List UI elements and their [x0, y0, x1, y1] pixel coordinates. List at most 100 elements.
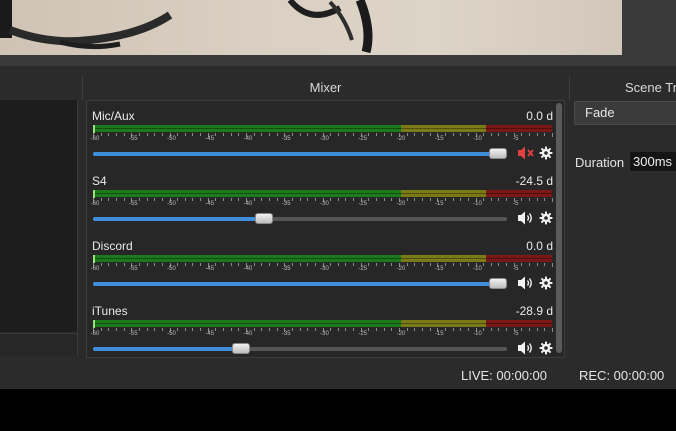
scale-label: -20: [396, 266, 406, 272]
mixer-scrollbar[interactable]: [556, 103, 562, 353]
scale-tick: [444, 198, 446, 201]
gear-icon[interactable]: [539, 275, 553, 291]
audio-mixer-panel: Mic/Aux 0.0 d -60 -55 -50 -45 -40 -35 -30 -25 -2…: [86, 100, 565, 358]
scale-label: -55: [128, 331, 138, 337]
volume-slider-handle[interactable]: [231, 343, 250, 354]
scale-tick: [261, 263, 263, 266]
scale-tick: [353, 198, 355, 201]
scale-label: -45: [205, 266, 215, 272]
duration-input[interactable]: 300ms: [630, 152, 676, 171]
scale-tick: [330, 198, 332, 201]
scale-label: -50: [167, 136, 176, 142]
headphones-image: [0, 0, 373, 54]
scale-tick: [337, 198, 339, 201]
scale-tick: [177, 328, 179, 331]
scale-tick: [521, 328, 523, 331]
scale-tick: [123, 328, 125, 331]
scale-tick: [498, 198, 500, 201]
scale-tick: [215, 328, 217, 331]
scale-label: -15: [434, 331, 444, 337]
scale-tick: [376, 198, 378, 201]
scale-tick: [307, 133, 309, 136]
scale-tick: [544, 198, 546, 201]
scale-tick: [414, 328, 416, 331]
scale-tick: [345, 198, 347, 201]
volume-slider-handle[interactable]: [489, 148, 507, 159]
gear-icon[interactable]: [539, 340, 553, 356]
scale-tick: [161, 263, 163, 266]
scale-tick: [100, 133, 102, 136]
speaker-icon[interactable]: [517, 275, 535, 291]
volume-slider[interactable]: [93, 278, 507, 289]
scale-label: -10: [473, 266, 482, 272]
scale-tick: [268, 133, 270, 136]
scale-tick: [444, 263, 446, 266]
scale-label: -60: [90, 266, 100, 272]
transition-select[interactable]: Fade: [574, 101, 676, 125]
scale-tick: [536, 198, 538, 201]
scale-tick: [253, 198, 255, 201]
speaker-icon[interactable]: [517, 210, 535, 226]
volume-slider[interactable]: [93, 213, 507, 224]
volume-slider-handle[interactable]: [255, 213, 274, 224]
scale-tick: [123, 198, 125, 201]
scale-tick: [376, 133, 378, 136]
scale-tick: [146, 133, 148, 136]
scale-tick: [253, 133, 255, 136]
scale-tick: [200, 263, 202, 266]
scale-tick: [460, 328, 462, 331]
scale-tick: [544, 328, 546, 331]
scale-tick: [268, 198, 270, 201]
scale-tick: [521, 263, 523, 266]
scale-tick: [368, 328, 370, 331]
scale-tick: [429, 198, 431, 201]
scale-tick: [154, 263, 156, 266]
gear-icon[interactable]: [539, 210, 553, 226]
speaker-muted-icon[interactable]: [517, 145, 535, 161]
scale-tick: [200, 198, 202, 201]
gear-icon[interactable]: [539, 145, 553, 161]
meter-scale: -60 -55 -50 -45 -40 -35 -30 -25 -20 -15 -10 -5: [90, 263, 553, 277]
scale-tick: [238, 198, 240, 201]
scale-tick: [368, 198, 370, 201]
scale-tick: [291, 263, 293, 266]
scale-tick: [406, 263, 408, 266]
scale-tick: [215, 133, 217, 136]
scale-tick: [314, 328, 316, 331]
scale-tick: [529, 198, 531, 201]
scale-label: -35: [281, 331, 291, 337]
scale-label: -15: [434, 266, 444, 272]
scale-tick: [223, 263, 225, 266]
speaker-icon[interactable]: [517, 340, 535, 356]
scale-tick: [536, 328, 538, 331]
scale-tick: [529, 328, 531, 331]
scale-tick: [552, 133, 553, 137]
scale-tick: [414, 133, 416, 136]
scale-label: -20: [396, 331, 406, 337]
scale-tick: [314, 198, 316, 201]
scale-tick: [276, 133, 278, 136]
scale-tick: [184, 133, 186, 136]
scale-tick: [115, 263, 117, 266]
scale-label: -20: [396, 136, 406, 142]
scale-tick: [383, 198, 385, 201]
scale-tick: [330, 263, 332, 266]
scale-tick: [314, 133, 316, 136]
meter-scale: -60 -55 -50 -45 -40 -35 -30 -25 -20 -15 -10 -5: [91, 133, 553, 147]
mixer-channel-mic-aux: Mic/Aux 0.0 d -60 -55 -50 -45 -40 -35 -30 -25 -2…: [87, 103, 555, 168]
volume-slider[interactable]: [93, 343, 507, 354]
scale-label: -40: [243, 201, 253, 207]
scale-tick: [421, 198, 423, 201]
sources-list[interactable]: [0, 100, 78, 332]
scale-tick: [483, 263, 485, 266]
scale-tick: [490, 198, 492, 201]
scale-label: -10: [473, 136, 482, 142]
scale-tick: [146, 263, 148, 266]
volume-slider[interactable]: [93, 148, 507, 159]
volume-slider-handle[interactable]: [489, 278, 507, 289]
scale-label: -50: [167, 331, 176, 337]
scale-tick: [223, 198, 225, 201]
scale-tick: [544, 133, 546, 136]
scale-label: -35: [281, 201, 291, 207]
scale-tick: [238, 133, 240, 136]
